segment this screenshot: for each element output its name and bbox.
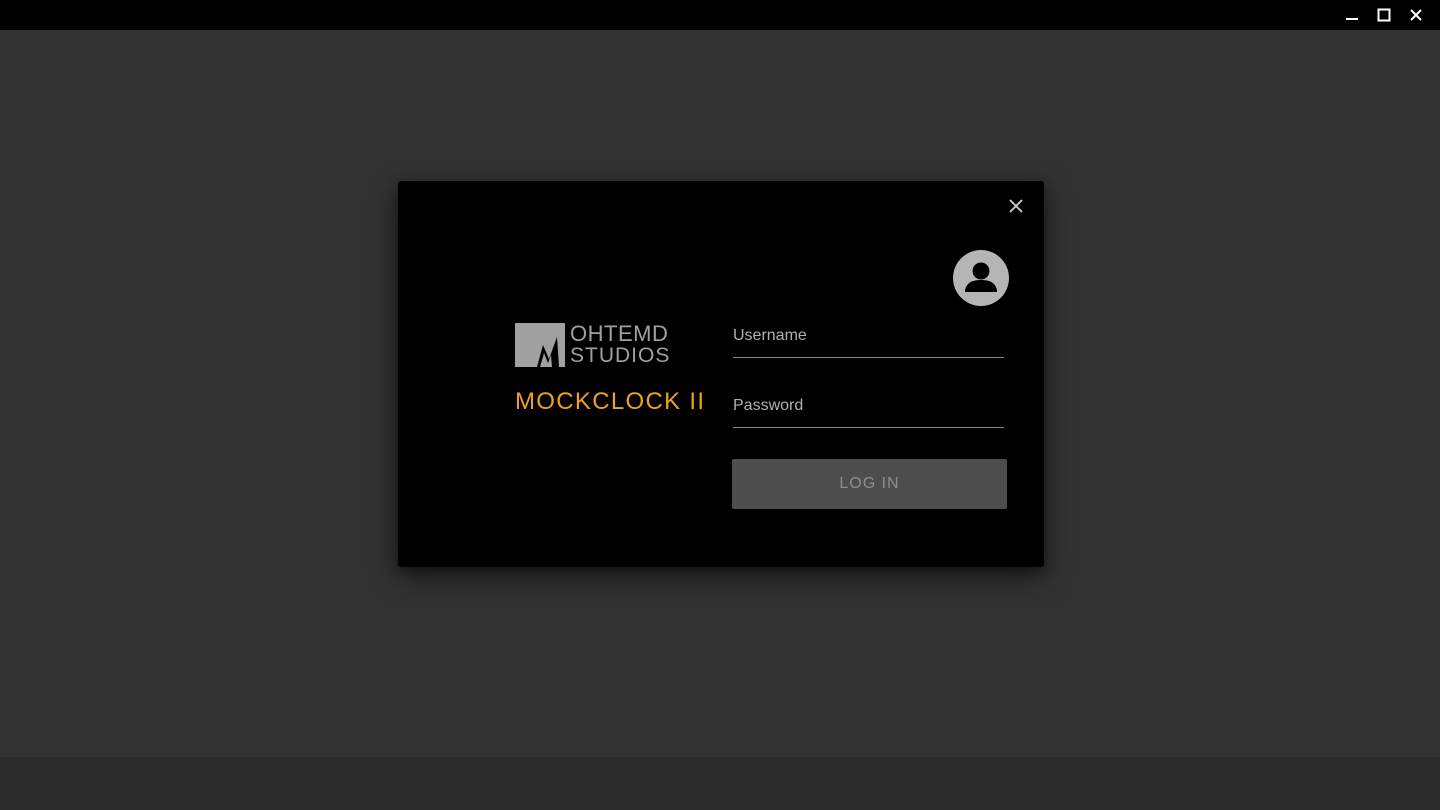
login-button[interactable]: LOG IN xyxy=(732,459,1007,509)
maximize-window-button[interactable] xyxy=(1368,0,1400,30)
logo-text-line2: STUDIOS xyxy=(570,344,671,367)
account-circle-icon xyxy=(953,250,1009,306)
password-input[interactable] xyxy=(733,391,1004,421)
close-icon xyxy=(1008,198,1024,219)
password-field xyxy=(733,391,1004,428)
maximize-icon xyxy=(1377,8,1391,22)
window-titlebar xyxy=(0,0,1440,30)
username-field xyxy=(733,321,1004,358)
username-input[interactable] xyxy=(733,321,1004,351)
minimize-icon xyxy=(1345,8,1359,22)
minimize-window-button[interactable] xyxy=(1336,0,1368,30)
studio-logo-mark xyxy=(515,323,565,367)
close-window-button[interactable] xyxy=(1400,0,1432,30)
product-name: MOCKCLOCK II xyxy=(515,388,706,415)
login-dialog: OHTEMD STUDIOS MOCKCLOCK II LOG IN xyxy=(398,181,1044,567)
close-icon xyxy=(1409,8,1423,22)
dialog-close-button[interactable] xyxy=(1002,197,1030,219)
status-bar xyxy=(0,757,1440,810)
logo-text-line1: OHTEMD xyxy=(570,321,669,346)
